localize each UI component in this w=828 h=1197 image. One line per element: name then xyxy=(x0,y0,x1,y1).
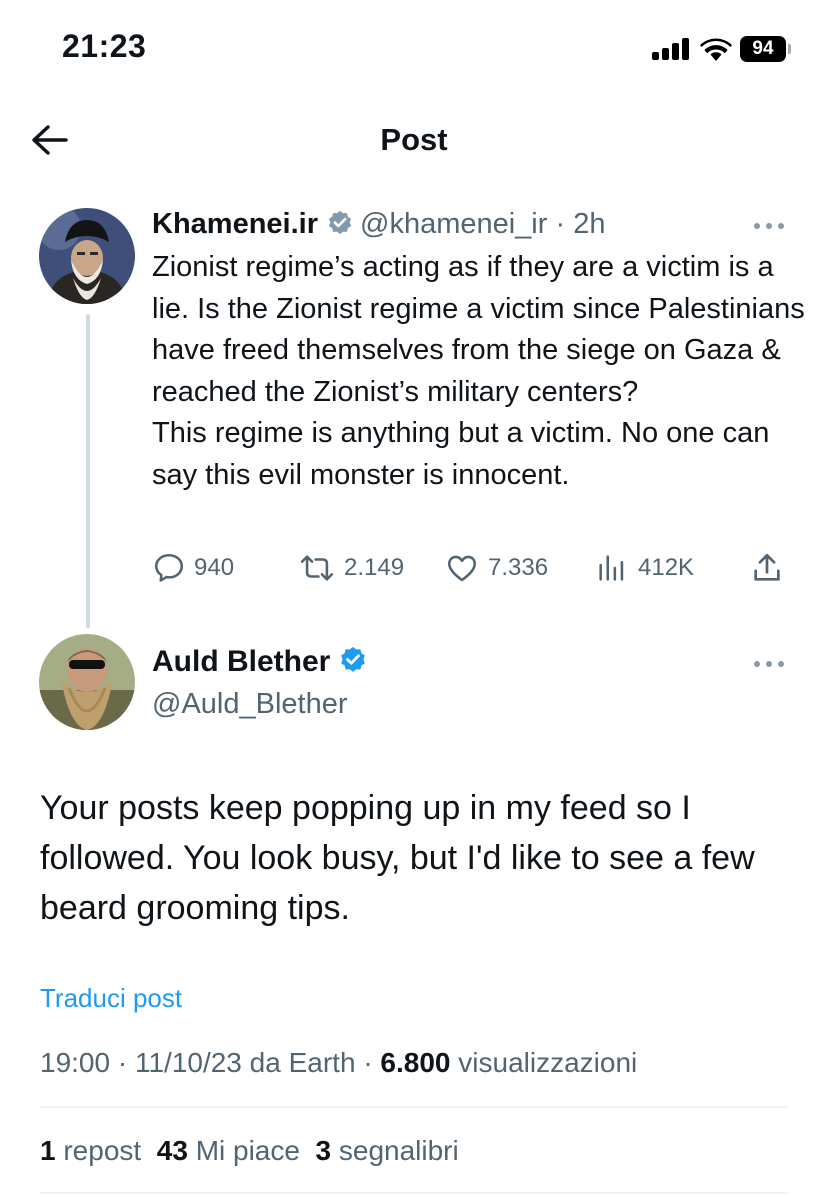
author-name[interactable]: Auld Blether xyxy=(152,645,330,678)
post-time: 19:00 xyxy=(40,1047,111,1078)
quoted-post-text: Zionist regime’s acting as if they are a… xyxy=(152,251,805,491)
separator: · xyxy=(117,1047,128,1078)
header: Post xyxy=(0,108,828,172)
page-title: Post xyxy=(380,122,448,157)
like-button[interactable]: 7.336 xyxy=(444,548,548,588)
separator: · xyxy=(555,208,566,240)
author-handle[interactable]: @Auld_Blether xyxy=(152,684,348,724)
post-stats: 1 repost 43 Mi piace 3 segnalibri xyxy=(40,1131,459,1171)
cellular-signal-icon xyxy=(652,38,690,60)
reposts-stat[interactable]: 1 repost xyxy=(40,1135,141,1166)
post-source: da Earth xyxy=(249,1047,356,1078)
views-count: 412K xyxy=(638,554,695,581)
status-bar: 21:23 94 xyxy=(0,0,828,100)
repost-button[interactable]: 2.149 xyxy=(298,548,404,588)
bookmarks-count: 3 xyxy=(315,1135,332,1166)
verified-badge-icon xyxy=(328,210,352,235)
main-post-text: Your posts keep popping up in my feed so… xyxy=(40,789,755,927)
separator: · xyxy=(363,1047,373,1078)
bookmarks-stat[interactable]: 3 segnalibri xyxy=(316,1135,459,1166)
like-count: 7.336 xyxy=(488,554,549,581)
reply-icon xyxy=(154,553,184,582)
views-button[interactable]: 412K xyxy=(594,548,694,588)
reply-count: 940 xyxy=(194,554,235,581)
avatar[interactable] xyxy=(39,208,135,304)
verified-badge-icon xyxy=(341,646,366,672)
repost-count: 2.149 xyxy=(344,554,405,581)
views-count: 6.800 xyxy=(380,1047,451,1078)
post-age: 2h xyxy=(573,208,606,240)
likes-count: 43 xyxy=(156,1135,188,1166)
author-name[interactable]: Khamenei.ir xyxy=(152,208,318,240)
more-options-icon[interactable] xyxy=(752,218,788,232)
translate-post-link[interactable]: Traduci post xyxy=(40,980,182,1016)
reposts-count: 1 xyxy=(40,1135,56,1166)
battery-icon: 94 xyxy=(740,36,792,62)
avatar-auld-blether xyxy=(39,634,135,730)
author-handle[interactable]: @khamenei_ir xyxy=(360,208,547,240)
divider xyxy=(40,1106,788,1108)
reply-button[interactable]: 940 xyxy=(152,548,234,588)
likes-label: Mi piace xyxy=(195,1135,300,1166)
post-timestamp: 19:00 · 11/10/23 da Earth · 6.800 visual… xyxy=(40,1043,637,1083)
bookmarks-label: segnalibri xyxy=(338,1135,459,1166)
share-button[interactable] xyxy=(750,548,792,588)
share-icon xyxy=(754,553,780,581)
heart-icon xyxy=(447,555,477,582)
views-chart-icon xyxy=(599,555,624,581)
more-options-icon[interactable] xyxy=(752,656,788,670)
wifi-icon xyxy=(700,38,732,61)
thread-line xyxy=(86,314,90,628)
main-post-header: Auld Blether xyxy=(152,642,374,682)
post-actions: 940 2.149 7.336 412K xyxy=(152,548,792,588)
divider xyxy=(40,1192,788,1194)
repost-icon xyxy=(300,555,334,581)
battery-level: 94 xyxy=(740,36,786,62)
reposts-label: repost xyxy=(63,1135,142,1166)
status-time: 21:23 xyxy=(62,28,147,64)
quoted-post-header: Khamenei.ir @khamenei_ir · 2h xyxy=(152,204,605,244)
post-date: 11/10/23 xyxy=(134,1047,242,1078)
likes-stat[interactable]: 43 Mi piace xyxy=(157,1135,300,1166)
avatar[interactable] xyxy=(39,634,135,730)
avatar-khamenei xyxy=(39,208,135,304)
views-label: visualizzazioni xyxy=(458,1047,638,1078)
